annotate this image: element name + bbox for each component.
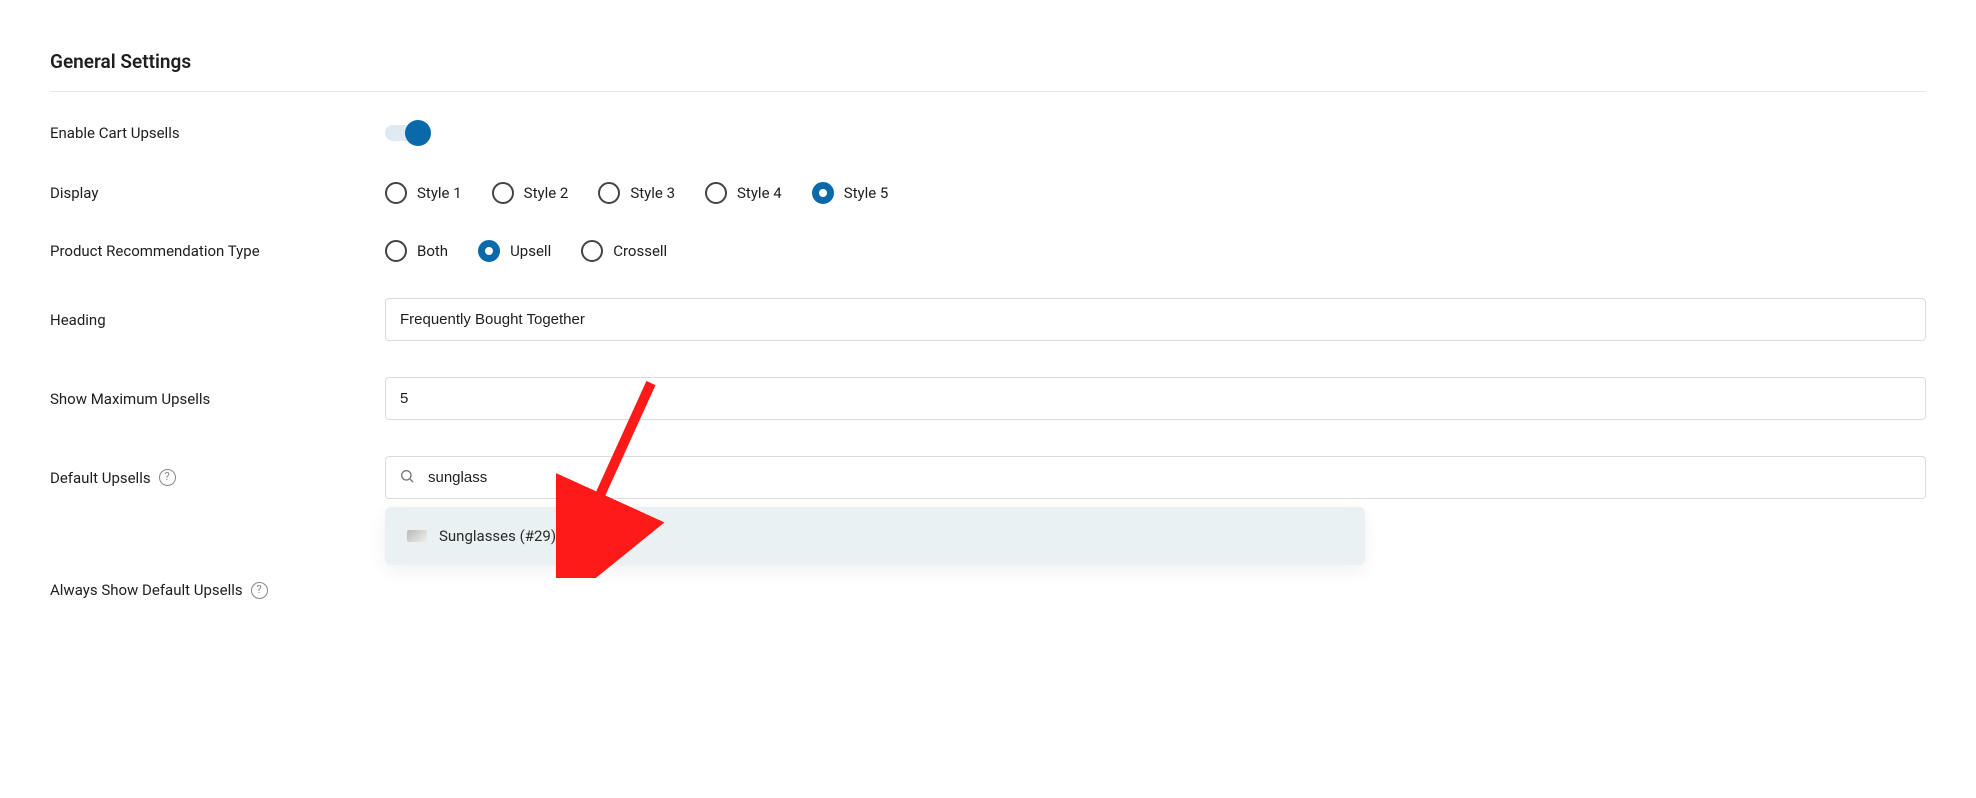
radio-circle-icon — [385, 240, 407, 262]
recommendation-type-option[interactable]: Upsell — [478, 240, 551, 262]
heading-input[interactable] — [385, 298, 1926, 341]
display-radio-group: Style 1 Style 2 Style 3 Style 4 Style 5 — [385, 182, 1926, 204]
toggle-enable-cart-upsells[interactable] — [385, 120, 431, 146]
row-product-recommendation: Product Recommendation Type Both Upsell Cr… — [50, 240, 1926, 262]
default-upsells-search-wrap: Sunglasses (#29) — [385, 456, 1926, 499]
radio-label: Both — [417, 242, 448, 260]
row-heading: Heading — [50, 298, 1926, 341]
radio-label: Style 4 — [737, 184, 782, 202]
radio-label: Style 2 — [524, 184, 569, 202]
recommendation-radio-group: Both Upsell Crossell — [385, 240, 1926, 262]
radio-circle-icon — [478, 240, 500, 262]
label-default-upsells-text: Default Upsells — [50, 469, 151, 487]
toggle-thumb — [405, 120, 431, 146]
label-always-show: Always Show Default Upsells — [50, 581, 385, 599]
radio-label: Style 5 — [844, 184, 889, 202]
product-thumb-icon — [407, 530, 427, 542]
row-display: Display Style 1Style 2Style 3Style 4Styl… — [50, 182, 1926, 204]
radio-label: Upsell — [510, 242, 551, 260]
label-max-upsells: Show Maximum Upsells — [50, 390, 385, 408]
default-upsells-search-input[interactable] — [385, 456, 1926, 499]
row-enable-cart-upsells: Enable Cart Upsells — [50, 120, 1926, 146]
display-style-option[interactable]: Style 5 — [812, 182, 889, 204]
search-result-item[interactable]: Sunglasses (#29) — [385, 507, 1365, 565]
radio-circle-icon — [581, 240, 603, 262]
row-default-upsells: Default Upsells Sunglasses (#29) — [50, 456, 1926, 499]
radio-label: Style 1 — [417, 184, 462, 202]
section-title: General Settings — [50, 50, 1926, 92]
display-style-option[interactable]: Style 3 — [598, 182, 675, 204]
label-display: Display — [50, 184, 385, 202]
radio-circle-icon — [812, 182, 834, 204]
row-max-upsells: Show Maximum Upsells — [50, 377, 1926, 420]
help-icon[interactable] — [159, 469, 176, 486]
radio-label: Style 3 — [630, 184, 675, 202]
radio-circle-icon — [492, 182, 514, 204]
display-style-option[interactable]: Style 4 — [705, 182, 782, 204]
display-style-option[interactable]: Style 1 — [385, 182, 462, 204]
radio-circle-icon — [598, 182, 620, 204]
display-style-option[interactable]: Style 2 — [492, 182, 569, 204]
search-result-label: Sunglasses (#29) — [439, 527, 556, 545]
radio-label: Crossell — [613, 242, 667, 260]
recommendation-type-option[interactable]: Both — [385, 240, 448, 262]
radio-circle-icon — [385, 182, 407, 204]
label-enable-cart-upsells: Enable Cart Upsells — [50, 124, 385, 142]
label-heading: Heading — [50, 311, 385, 329]
label-product-recommendation: Product Recommendation Type — [50, 242, 385, 260]
recommendation-type-option[interactable]: Crossell — [581, 240, 667, 262]
row-always-show: Always Show Default Upsells — [50, 581, 1926, 599]
max-upsells-input[interactable] — [385, 377, 1926, 420]
label-default-upsells: Default Upsells — [50, 469, 385, 487]
help-icon[interactable] — [251, 582, 268, 599]
radio-circle-icon — [705, 182, 727, 204]
label-always-show-text: Always Show Default Upsells — [50, 581, 243, 599]
